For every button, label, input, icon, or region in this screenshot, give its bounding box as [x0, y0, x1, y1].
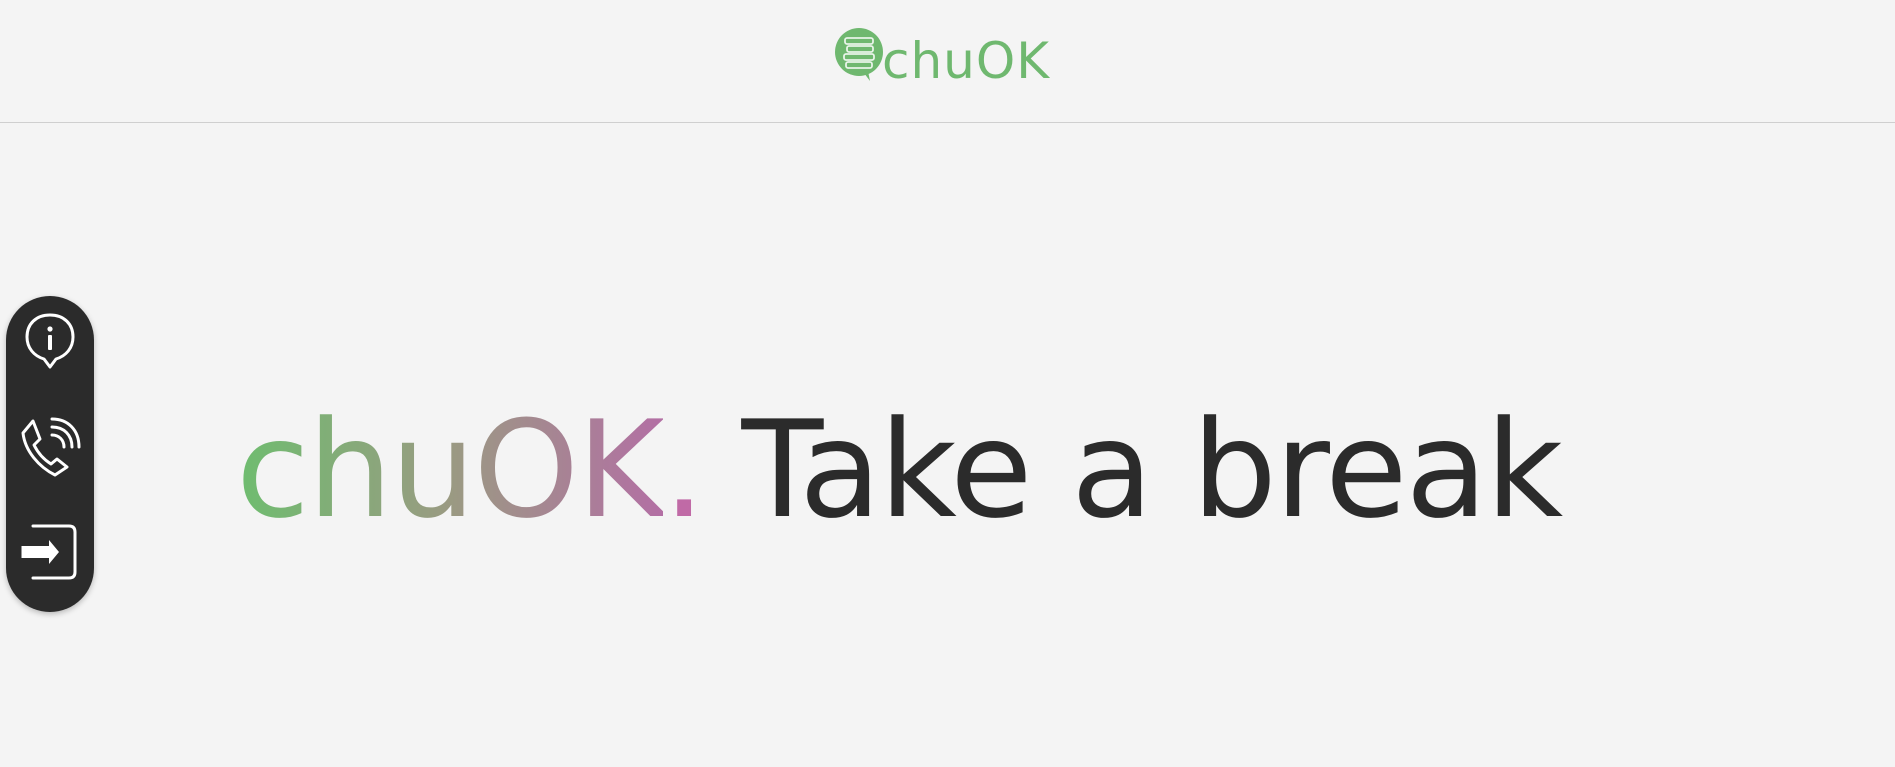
logo-books-icon: [834, 27, 886, 83]
info-icon: [21, 311, 79, 379]
contact-button[interactable]: [19, 417, 81, 485]
side-menu: [6, 296, 94, 612]
top-header: chuOK: [0, 0, 1895, 123]
hero-brand: chuOK: [236, 392, 665, 548]
logo[interactable]: chuOK: [834, 24, 1050, 86]
hero-dot: .: [662, 392, 706, 548]
phone-icon: [19, 417, 81, 485]
info-button[interactable]: [20, 312, 80, 378]
hero-heading: chuOK. Take a break: [236, 392, 1563, 548]
logout-button[interactable]: [20, 522, 80, 588]
logout-icon: [19, 522, 81, 588]
logo-text: chuOK: [882, 32, 1051, 90]
hero-tagline: Take a break: [741, 392, 1563, 548]
